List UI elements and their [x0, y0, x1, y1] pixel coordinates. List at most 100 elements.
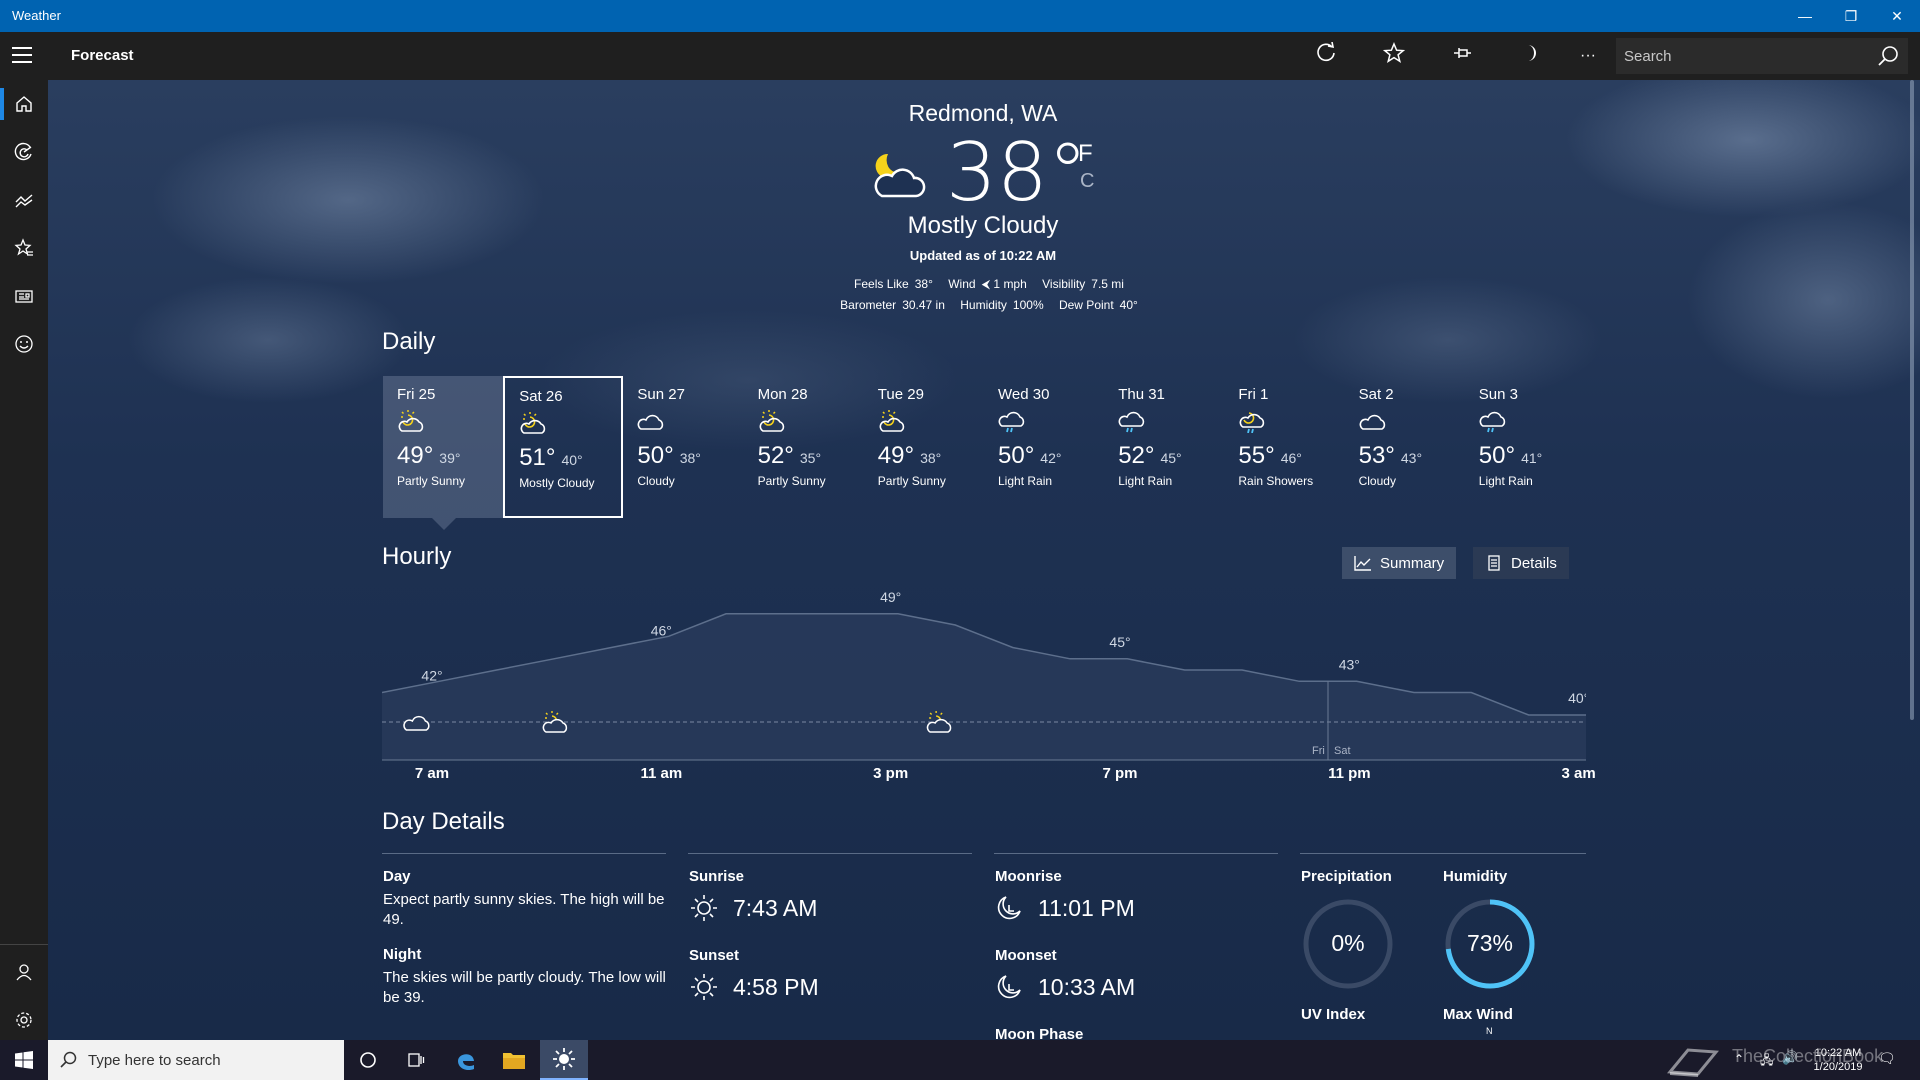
- night-text-line-2: be 39.: [383, 989, 425, 1006]
- day-low: 38°: [920, 450, 942, 466]
- dew-point-value: 40°: [1119, 298, 1138, 312]
- day-condition: Light Rain: [1118, 474, 1173, 488]
- network-icon[interactable]: 🖧: [1760, 1051, 1773, 1072]
- day-card-wed-30[interactable]: Wed 30 50° 42° Light Rain: [984, 376, 1104, 518]
- file-explorer-folder-icon[interactable]: [490, 1040, 538, 1080]
- day-divider-label: Sat: [1334, 745, 1351, 757]
- start-windows-icon[interactable]: [0, 1040, 48, 1080]
- weather-app-sun-icon[interactable]: [540, 1040, 588, 1080]
- day-divider-label: Fri: [1312, 745, 1325, 757]
- day-low: 42°: [1040, 450, 1062, 466]
- night-label: Night: [383, 946, 422, 963]
- divider: [1300, 853, 1586, 854]
- temperature-point-label: 43°: [1339, 656, 1360, 672]
- day-details-title: Day Details: [382, 808, 505, 835]
- day-name: Sun 3: [1478, 386, 1518, 403]
- volume-speaker-icon[interactable]: 🔊: [1782, 1050, 1798, 1066]
- day-low: 39°: [439, 450, 461, 466]
- day-high: 52°: [757, 442, 794, 469]
- hour-label: 7 am: [414, 765, 450, 782]
- temperature-point-label: 49°: [880, 590, 901, 605]
- summary-tab[interactable]: Summary: [1342, 547, 1457, 579]
- day-text-line-1: Expect partly sunny skies. The high will…: [383, 891, 665, 908]
- sunrise-sun-icon: [691, 895, 717, 921]
- current-condition: Mostly Cloudy: [907, 212, 1059, 239]
- humidity-ring-value: 73%: [1466, 930, 1514, 956]
- unit-fahrenheit-toggle[interactable]: F: [1078, 140, 1093, 168]
- refresh-icon[interactable]: [1310, 41, 1342, 70]
- day-card-sat-2[interactable]: Sat 2 53° 43° Cloudy: [1345, 376, 1465, 518]
- day-card-sun-3[interactable]: Sun 3 50° 41° Light Rain: [1465, 376, 1585, 518]
- day-condition: Rain Showers: [1238, 474, 1314, 488]
- stats-row-1: Feels Like 38° Wind ⮜ 1 mph Visibility 7.5 …: [0, 277, 1920, 292]
- details-tab-label: Details: [1511, 554, 1557, 572]
- barometer-value: 30.47 in: [902, 298, 945, 312]
- search-input[interactable]: [1624, 44, 1864, 68]
- day-card-fri-1[interactable]: Fri 1 55° 46° Rain Showers: [1224, 376, 1344, 518]
- search-box[interactable]: [1616, 38, 1908, 74]
- barometer-label: Barometer: [840, 298, 897, 312]
- moonrise-icon: [997, 896, 1021, 920]
- humidity-value: 100%: [1012, 298, 1044, 312]
- account-person-icon[interactable]: [0, 948, 48, 996]
- restore-button[interactable]: ❐: [1828, 0, 1874, 32]
- sunrise-label: Sunrise: [689, 868, 745, 885]
- taskbar-search-box[interactable]: Type here to search: [48, 1040, 344, 1080]
- day-card-fri-25[interactable]: Fri 25 49° 39° Partly Sunny: [383, 376, 503, 518]
- feels-like-label: Feels Like: [854, 277, 909, 291]
- minimize-button[interactable]: —: [1782, 0, 1828, 32]
- nav-maps-radar-icon[interactable]: [0, 128, 48, 176]
- day-high: 50°: [998, 442, 1035, 469]
- day-card-thu-31[interactable]: Thu 31 52° 45° Light Rain: [1104, 376, 1224, 518]
- day-condition: Partly Sunny: [757, 474, 826, 488]
- sunset-time: 4:58 PM: [733, 974, 819, 1000]
- precipitation-label: Precipitation: [1301, 868, 1392, 885]
- day-card-sat-26[interactable]: Sat 26 51° 40° Mostly Cloudy: [503, 376, 624, 518]
- edge-browser-icon[interactable]: [442, 1040, 490, 1080]
- page-title: Forecast: [71, 47, 134, 64]
- night-text-line-1: The skies will be partly cloudy. The low…: [383, 969, 666, 986]
- task-view-icon[interactable]: [392, 1040, 440, 1080]
- day-label: Day: [383, 868, 411, 885]
- action-center-notification-icon[interactable]: 🗨: [1878, 1050, 1896, 1067]
- vertical-scrollbar[interactable]: [1910, 80, 1914, 720]
- humidity-label: Humidity: [960, 298, 1007, 312]
- cortana-circle-icon[interactable]: [344, 1040, 392, 1080]
- day-low: 41°: [1521, 450, 1543, 466]
- stats-row-2: Barometer 30.47 in Humidity 100% Dew Point…: [0, 298, 1920, 312]
- dark-mode-moon-icon[interactable]: [1514, 42, 1546, 70]
- day-condition: Partly Sunny: [877, 474, 946, 488]
- mostly-cloudy-night-icon: [874, 153, 926, 198]
- day-card-sun-27[interactable]: Sun 27 50° 38° Cloudy: [623, 376, 743, 518]
- close-button[interactable]: ✕: [1874, 0, 1920, 32]
- more-options-button[interactable]: ···: [1572, 42, 1604, 70]
- day-card-tue-29[interactable]: Tue 29 49° 38° Partly Sunny: [864, 376, 984, 518]
- dew-point-label: Dew Point: [1058, 298, 1114, 312]
- window-title: Weather: [12, 8, 61, 23]
- day-low: 40°: [561, 452, 583, 468]
- taskbar: Type here to search TheCollectionBook ⌃ …: [0, 1040, 1920, 1080]
- settings-gear-icon[interactable]: [0, 996, 48, 1044]
- day-name: Fri 25: [397, 386, 436, 403]
- pin-icon[interactable]: [1446, 42, 1478, 70]
- day-low: 43°: [1400, 450, 1423, 466]
- day-low: 46°: [1280, 450, 1302, 466]
- clock-date: 1/20/2019: [1813, 1061, 1863, 1073]
- hourly-title: Hourly: [382, 543, 452, 570]
- rain-showers-icon: [1239, 412, 1265, 434]
- search-icon[interactable]: [1876, 44, 1900, 68]
- details-list-icon: [1488, 555, 1500, 571]
- summary-tab-label: Summary: [1380, 554, 1445, 572]
- taskbar-clock[interactable]: 10:22 AM 1/20/2019: [1808, 1046, 1868, 1074]
- nav-feedback-smiley-icon[interactable]: [0, 320, 48, 368]
- unit-celsius-toggle[interactable]: C: [1080, 170, 1094, 193]
- hour-label: 3 pm: [873, 765, 909, 782]
- favorite-star-icon[interactable]: [1378, 42, 1410, 70]
- tray-chevron-icon[interactable]: ⌃: [1734, 1052, 1744, 1066]
- watermark-book-logo: [1667, 1048, 1719, 1077]
- details-tab[interactable]: Details: [1473, 547, 1569, 579]
- day-card-mon-28[interactable]: Mon 28 52° 35° Partly Sunny: [744, 376, 864, 518]
- hamburger-menu-icon[interactable]: [12, 47, 36, 65]
- rain-icon: [1479, 411, 1505, 433]
- sunset-sun-icon: [691, 974, 717, 1000]
